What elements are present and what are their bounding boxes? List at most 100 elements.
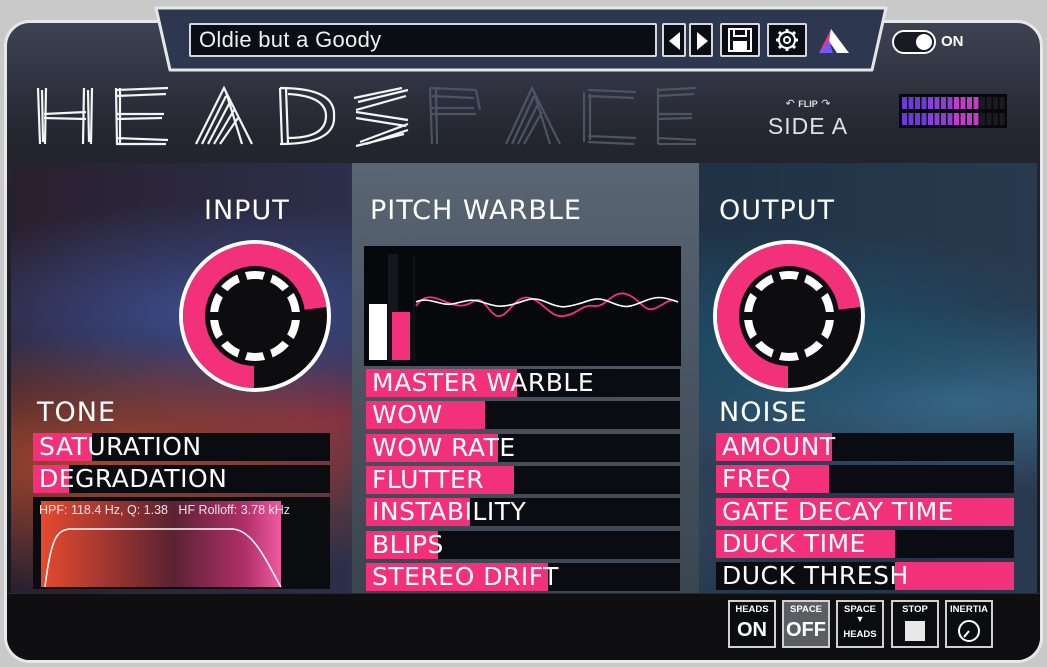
level-meter-bars [902,97,1005,125]
space-heads-order-button[interactable]: SPACE ▼ HEADS [836,600,884,648]
warble-master-warble-slider[interactable]: MASTER WARBLE [366,369,680,397]
meter-segment [941,97,946,109]
output-knob[interactable] [711,238,867,394]
slider-label: FREQ [722,465,792,494]
flip-label: FLIP [798,99,818,109]
slider-label: DUCK TIME [722,529,866,558]
knob-notch [825,312,835,320]
meter-segment [947,113,953,125]
meter-segment [915,113,920,125]
warble-stereo-drift-slider[interactable]: STEREO DRIFT [366,562,680,591]
chevron-right-icon [697,32,708,50]
meter-segment [973,113,979,125]
settings-button[interactable] [767,23,807,57]
output-title: OUTPUT [719,195,836,226]
flip-indicator: ↶ FLIP ↷ [760,92,856,111]
brand-logo-icon[interactable] [815,23,853,57]
pitch-warble-display [364,246,681,366]
knob-notch [209,312,219,320]
slider-label: AMOUNT [722,433,836,461]
input-title: INPUT [204,195,290,226]
meter-segment [980,113,985,125]
meter-segment [915,97,920,109]
meter-segment [993,97,998,109]
noise-title: NOISE [719,397,808,428]
pitch-curve-pink [415,292,679,317]
stop-button[interactable]: STOP [891,600,939,648]
meter-segment [993,113,998,125]
slider-label: GATE DECAY TIME [722,497,954,526]
meter-segment [960,113,966,125]
noise-duck-time-slider[interactable]: DUCK TIME [716,529,1014,558]
noise-gate-decay-time-slider[interactable]: GATE DECAY TIME [716,497,1014,526]
meter-segment [921,97,927,109]
slider-label: BLIPS [372,530,444,559]
button-value: HEADS [843,629,877,640]
slider-fill [894,562,1014,591]
meter-segment [921,113,927,125]
next-preset-button[interactable] [689,23,713,57]
power-toggle-knob [916,34,932,50]
inertia-knob-icon [958,620,980,642]
power-toggle[interactable] [892,30,936,54]
side-label: SIDE A [767,113,849,139]
meter-segment [934,113,940,125]
save-preset-button[interactable] [720,23,760,57]
knob-notch [291,312,301,320]
slider-label: INSTABILITY [372,498,527,527]
bottom-toolbar [7,593,1040,660]
meter-segment [941,113,946,125]
meter-segment [908,113,914,125]
warble-instability-slider[interactable]: INSTABILITY [366,498,680,527]
space-toggle[interactable]: SPACE OFF [782,600,830,648]
slider-label: WOW [372,401,443,430]
previous-preset-button[interactable] [662,23,686,57]
filter-readout: HPF: 118.4 Hz, Q: 1.38 HF Rolloff: 3.78 … [39,503,290,517]
button-caption: SPACE [789,604,823,615]
warble-blips-slider[interactable]: BLIPS [366,530,680,559]
noise-amount-slider[interactable]: AMOUNT [716,433,1014,461]
meter-segment [973,97,979,109]
warble-waveform [369,254,679,362]
button-value: OFF [786,619,826,641]
button-caption: INERTIA [950,604,988,615]
hpf-readout: HPF: 118.4 Hz, Q: 1.38 [39,503,168,517]
heads-toggle[interactable]: HEADS ON [728,600,776,648]
tone-degradation-slider[interactable]: DEGRADATION [33,465,330,494]
rolloff-readout: HF Rolloff: 3.78 kHz [178,503,291,517]
right-level-bar [392,312,410,360]
warble-flutter-slider[interactable]: FLUTTER [366,465,680,494]
preset-name-field[interactable]: Oldie but a Goody [189,23,657,57]
slider-label: FLUTTER [372,465,485,494]
warble-wow-rate-slider[interactable]: WOW RATE [366,433,680,462]
level-meter [899,94,1007,128]
button-caption: HEADS [735,604,769,615]
headspace-logo [36,85,697,148]
input-knob[interactable] [177,238,333,394]
power-label: ON [941,33,964,50]
slider-label: SATURATION [39,433,202,461]
meter-segment [954,97,959,109]
noise-duck-thresh-slider[interactable]: DUCK THRESH [716,562,1014,591]
meter-segment [960,97,966,109]
meter-segment [928,97,933,109]
meter-segment [928,113,933,125]
knob-notch [743,312,753,320]
noise-freq-slider[interactable]: FREQ [716,465,1014,494]
inertia-knob[interactable]: INERTIA [945,600,993,648]
slider-label: DUCK THRESH [722,562,909,591]
down-arrow-icon: ▼ [855,614,865,624]
knob-cap [752,279,826,353]
meter-segment [947,97,953,109]
gear-icon [776,29,798,51]
warble-wow-slider[interactable]: WOW [366,401,680,430]
chevron-left-icon [669,32,680,50]
meter-segment [980,97,985,109]
meter-segment [902,113,907,125]
side-flip-control[interactable]: ↶ FLIP ↷ SIDE A [760,92,856,140]
button-caption: STOP [902,604,928,615]
meter-segment [954,113,959,125]
tone-saturation-slider[interactable]: SATURATION [33,433,330,461]
slider-label: STEREO DRIFT [372,562,559,591]
filter-response-display[interactable]: HPF: 118.4 Hz, Q: 1.38 HF Rolloff: 3.78 … [33,497,330,589]
